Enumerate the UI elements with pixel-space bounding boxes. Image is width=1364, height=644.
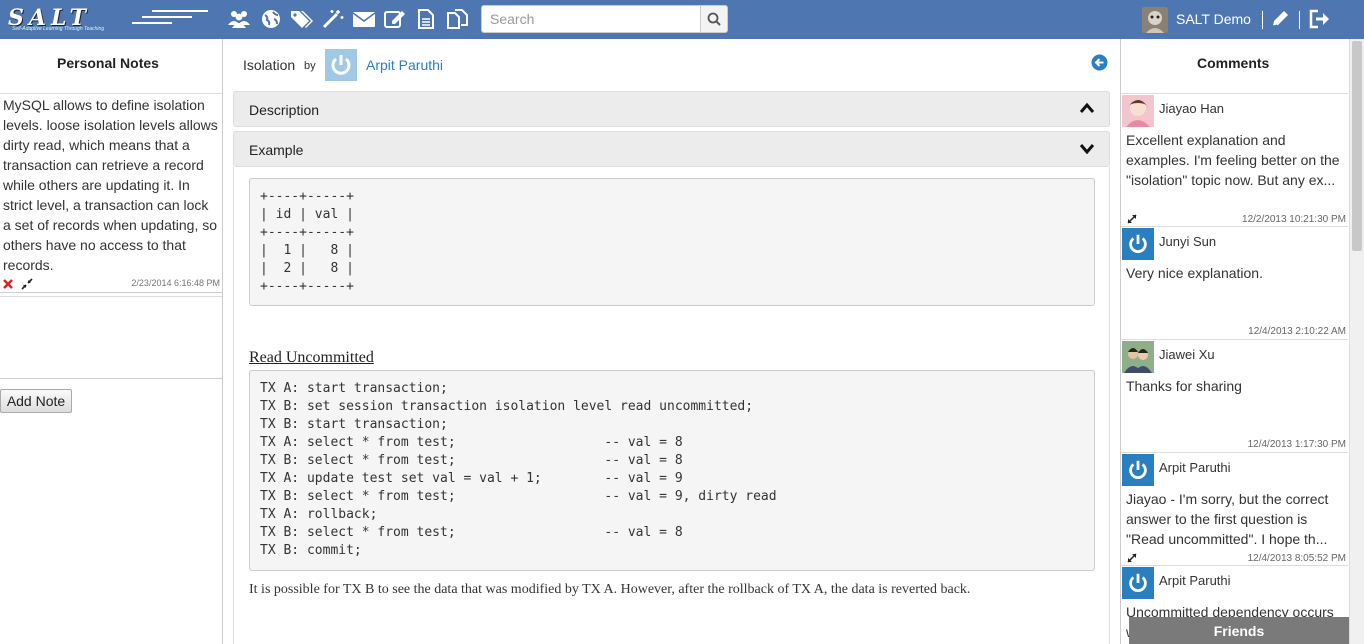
personal-notes-panel: Personal Notes MySQL allows to define is…: [0, 39, 223, 644]
commenter-avatar[interactable]: [1122, 341, 1154, 373]
power-icon: [331, 55, 351, 75]
envelope-icon[interactable]: [352, 7, 376, 31]
note-text: MySQL allows to define isolation levels.…: [3, 97, 218, 273]
search-icon: [707, 12, 721, 26]
document-icon[interactable]: [414, 7, 438, 31]
note-footer: 2/23/2014 6:16:48 PM: [0, 275, 222, 293]
topic-content: Isolation by Arpit Paruthi Description E…: [224, 39, 1120, 644]
comment-text: Excellent explanation and examples. I'm …: [1126, 132, 1340, 188]
comment-item: Jiawei Xu Thanks for sharing 12/4/2013 1…: [1121, 339, 1348, 452]
commenter-avatar[interactable]: [1122, 228, 1154, 260]
comment-item: Arpit Paruthi Jiayao - I'm sorry, but th…: [1121, 452, 1348, 565]
logout-icon[interactable]: [1308, 7, 1332, 31]
comment-text: Thanks for sharing: [1126, 378, 1242, 394]
comments-panel: Comments Jiayao Han Excellent explanatio…: [1120, 39, 1349, 644]
user-avatar[interactable]: [1142, 7, 1168, 33]
copy-icon[interactable]: [446, 7, 470, 31]
comment-item: Jiayao Han Excellent explanation and exa…: [1121, 93, 1348, 226]
example-section-header[interactable]: Example: [233, 131, 1110, 167]
section-label: Description: [249, 102, 320, 118]
commenter-name[interactable]: Jiayao Han: [1159, 101, 1224, 116]
logo-tagline: Self-Adaptive Learning Through Teaching: [12, 26, 105, 32]
comment-date: 12/4/2013 1:17:30 PM: [1247, 439, 1346, 450]
comment-text: Jiayao - I'm sorry, but the correct answ…: [1126, 491, 1329, 547]
add-note-button[interactable]: Add Note: [0, 389, 72, 413]
search-button[interactable]: [700, 5, 728, 33]
top-navbar: SALT Self-Adaptive Learning Through Teac…: [0, 0, 1364, 39]
comment-date: 12/2/2013 10:21:30 PM: [1242, 214, 1346, 225]
power-icon: [1129, 573, 1147, 592]
commenter-avatar[interactable]: [1122, 95, 1154, 127]
magic-wand-icon[interactable]: [321, 7, 345, 31]
comment-date: 12/4/2013 8:05:52 PM: [1247, 553, 1346, 564]
author-link[interactable]: Arpit Paruthi: [366, 57, 443, 73]
search-input[interactable]: Search: [481, 5, 701, 33]
back-arrow-icon[interactable]: [1091, 54, 1108, 71]
users-icon[interactable]: [227, 7, 251, 31]
commenter-name[interactable]: Junyi Sun: [1159, 234, 1216, 249]
divider: [1262, 11, 1263, 29]
table-code-block: +----+-----+ | id | val | +----+-----+ |…: [249, 178, 1095, 306]
expand-icon[interactable]: [1126, 552, 1138, 564]
description-section-header[interactable]: Description: [233, 91, 1110, 127]
salt-logo[interactable]: SALT Self-Adaptive Learning Through Teac…: [2, 4, 212, 34]
expand-icon[interactable]: [1126, 213, 1138, 225]
tags-icon[interactable]: [290, 7, 314, 31]
explanation-paragraph: It is possible for TX B to see the data …: [249, 582, 971, 597]
by-label: by: [304, 60, 316, 72]
scrollbar-thumb[interactable]: [1352, 41, 1362, 251]
chevron-down-icon: [1079, 144, 1095, 154]
pencil-icon[interactable]: [1268, 7, 1292, 31]
comment-item: Junyi Sun Very nice explanation. 12/4/20…: [1121, 226, 1348, 339]
delete-icon[interactable]: [3, 279, 13, 289]
collapse-icon[interactable]: [21, 278, 33, 290]
commenter-name[interactable]: Arpit Paruthi: [1159, 573, 1231, 588]
user-name[interactable]: SALT Demo: [1176, 11, 1251, 27]
chevron-up-icon: [1079, 102, 1095, 113]
author-avatar[interactable]: [325, 49, 357, 81]
notes-title: Personal Notes: [57, 55, 159, 71]
comments-title: Comments: [1197, 55, 1270, 71]
page-scrollbar[interactable]: [1349, 39, 1364, 644]
globe-icon[interactable]: [259, 7, 283, 31]
commenter-name[interactable]: Jiawei Xu: [1159, 347, 1215, 362]
power-icon: [1129, 234, 1147, 253]
note-date: 2/23/2014 6:16:48 PM: [131, 278, 220, 288]
friends-chat-bar[interactable]: Friends: [1129, 617, 1349, 644]
note-textarea[interactable]: [0, 296, 222, 379]
transaction-code-block: TX A: start transaction; TX B: set sessi…: [249, 370, 1095, 571]
topic-title: Isolation: [243, 57, 296, 73]
comment-text: Very nice explanation.: [1126, 265, 1263, 281]
commenter-avatar[interactable]: [1122, 567, 1154, 599]
commenter-name[interactable]: Arpit Paruthi: [1159, 460, 1231, 475]
comment-date: 12/4/2013 2:10:22 AM: [1248, 326, 1346, 337]
divider: [1299, 11, 1300, 29]
commenter-avatar[interactable]: [1122, 454, 1154, 486]
power-icon: [1129, 460, 1147, 479]
section-label: Example: [249, 142, 304, 158]
edit-icon[interactable]: [383, 7, 407, 31]
read-uncommitted-heading: Read Uncommitted: [249, 349, 374, 366]
